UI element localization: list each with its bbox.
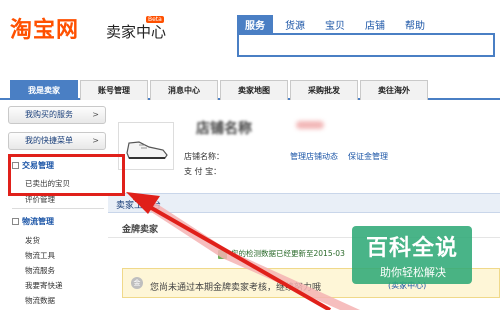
tab-account[interactable]: 账号管理: [80, 80, 148, 100]
search-tab-source[interactable]: 货源: [277, 15, 313, 34]
divider: [12, 208, 104, 209]
sidebar-item-ship[interactable]: 发货: [25, 235, 40, 246]
watermark-title: 百科全说: [366, 236, 459, 261]
workbench-header: 卖家工作台: [108, 193, 500, 213]
sidebar-item-logistics-data[interactable]: 物流数据: [25, 295, 55, 306]
workbench-title: 卖家工作台: [116, 201, 162, 211]
search-tab-service[interactable]: 服务: [237, 15, 273, 34]
collapse-icon[interactable]: [12, 218, 19, 225]
shop-avatar[interactable]: [118, 122, 174, 170]
header: 淘宝网 卖家中心 Beta 服务 货源 宝贝 店铺 帮助: [0, 0, 500, 78]
tab-messages[interactable]: 消息中心: [150, 80, 218, 100]
sidebar: 我购买的服务 > 我的快捷菜单 > 交易管理 已卖出的宝贝 评价管理 物流管理 …: [6, 102, 106, 310]
check-icon: [218, 249, 227, 259]
chevron-right-icon: >: [92, 110, 99, 119]
sidebar-section-logistics-label: 物流管理: [22, 217, 54, 226]
sidebar-item-send-express[interactable]: 我要寄快递: [25, 280, 63, 291]
assessment-text: 您尚未通过本期金牌卖家考核，继续努力哦: [150, 283, 322, 293]
search-tab-help[interactable]: 帮助: [397, 15, 433, 34]
search-input[interactable]: [237, 33, 495, 57]
tab-seller-map[interactable]: 卖家地图: [220, 80, 288, 100]
shop-name-label: 店铺名称：: [184, 152, 224, 161]
quick-menu-label: 我的快捷菜单: [25, 136, 73, 145]
tab-i-am-seller[interactable]: 我是卖家: [10, 80, 78, 100]
search-tabs: 服务 货源 宝贝 店铺 帮助: [237, 15, 437, 34]
data-update-text: 您的检测数据已经更新至2015-03: [231, 249, 345, 258]
highlight-box: [8, 154, 125, 196]
deposit-management-link[interactable]: 保证金管理: [348, 151, 388, 162]
search-tab-item[interactable]: 宝贝: [317, 15, 353, 34]
gold-seller-title: 金牌卖家: [122, 225, 159, 235]
shop-name: 店铺名称: [196, 121, 252, 137]
seller-center-title: 卖家中心: [106, 23, 167, 41]
alipay-label: 支 付 宝：: [184, 167, 222, 176]
shoe-icon: [126, 141, 168, 159]
main-nav: 我是卖家 账号管理 消息中心 卖家地图 采购批发 卖往海外: [0, 80, 500, 100]
watermark-subtitle: 助你轻松解决: [380, 266, 446, 279]
tab-wholesale[interactable]: 采购批发: [290, 80, 358, 100]
purchased-services-button[interactable]: 我购买的服务 >: [8, 106, 106, 124]
sidebar-section-logistics[interactable]: 物流管理: [12, 216, 54, 227]
tab-overseas[interactable]: 卖往海外: [360, 80, 428, 100]
quick-menu-button[interactable]: 我的快捷菜单 >: [8, 132, 106, 150]
manage-shop-updates-link[interactable]: 管理店铺动态: [290, 151, 338, 162]
taobao-logo[interactable]: 淘宝网: [10, 12, 79, 44]
chevron-right-icon: >: [92, 136, 99, 145]
data-update-notice: 您的检测数据已经更新至2015-03: [218, 248, 345, 259]
sidebar-item-logistics-tools[interactable]: 物流工具: [25, 250, 55, 261]
beta-badge: Beta: [146, 16, 164, 23]
search-tab-shop[interactable]: 店铺: [357, 15, 393, 34]
watermark-logo: 百科全说 助你轻松解决: [352, 226, 472, 284]
sidebar-item-logistics-service[interactable]: 物流服务: [25, 265, 55, 276]
shop-badge: [296, 121, 324, 129]
gold-coin-icon: 金: [131, 277, 143, 289]
purchased-services-label: 我购买的服务: [25, 110, 73, 119]
